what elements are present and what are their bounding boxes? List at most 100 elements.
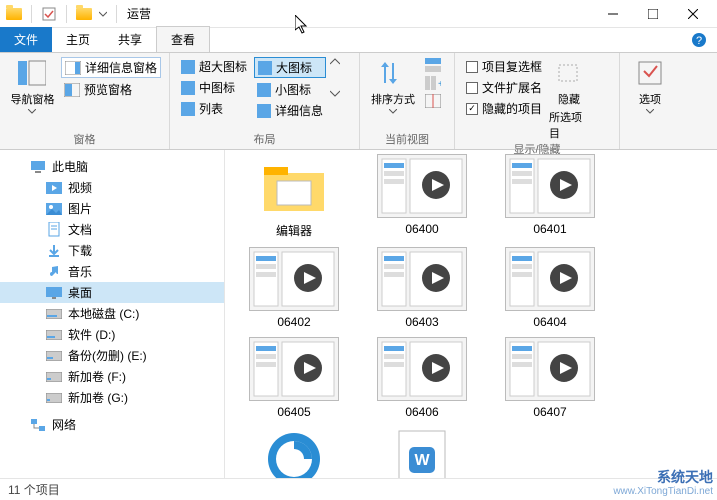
file-item[interactable]: 06403: [373, 247, 471, 329]
tree-network[interactable]: 网络: [0, 414, 224, 435]
file-item[interactable]: 06405: [245, 337, 343, 419]
group-title-layout: 布局: [178, 131, 351, 147]
xlarge-icons-button[interactable]: 超大图标: [178, 57, 250, 76]
file-item[interactable]: 编辑器: [245, 154, 343, 239]
layout-icon: [257, 83, 271, 97]
svg-text:?: ?: [696, 35, 702, 47]
tab-view[interactable]: 查看: [156, 26, 210, 52]
tree-drive-g[interactable]: 新加卷 (G:): [0, 387, 224, 408]
nav-pane-icon: [16, 57, 48, 89]
checkbox-icon: [466, 82, 478, 94]
help-icon[interactable]: ?: [681, 28, 717, 52]
group-title-panes: 窗格: [8, 131, 161, 147]
add-columns-button[interactable]: +: [422, 75, 444, 91]
file-item[interactable]: W绘图1: [373, 427, 471, 478]
scroll-down-icon[interactable]: [330, 89, 340, 99]
tree-desktop[interactable]: 桌面: [0, 282, 224, 303]
folder-icon-2[interactable]: [74, 4, 94, 24]
tree-drive-f[interactable]: 新加卷 (F:): [0, 366, 224, 387]
drive-icon: [46, 348, 62, 364]
window-controls: [593, 0, 713, 28]
doc-thumb: W: [377, 427, 467, 478]
file-label: 编辑器: [276, 222, 312, 239]
medium-icons-button[interactable]: 中图标: [178, 78, 250, 97]
details-view-button[interactable]: 详细信息: [254, 101, 326, 120]
small-icons-button[interactable]: 小图标: [254, 80, 326, 99]
image-thumb: [505, 337, 595, 401]
groupby-icon: [425, 58, 441, 72]
ribbon-group-showhide: 项目复选框 文件扩展名 ✓隐藏的项目 隐藏 所选项目 显示/隐藏: [455, 53, 620, 149]
file-label: 06405: [277, 405, 310, 419]
tree-documents[interactable]: 文档: [0, 219, 224, 240]
folder-icon[interactable]: [4, 4, 24, 24]
image-thumb: [249, 247, 339, 311]
maximize-button[interactable]: [633, 0, 673, 28]
qq-thumb: [249, 427, 339, 478]
file-item[interactable]: QQ浏览器: [245, 427, 343, 478]
item-count: 11 个项目: [8, 481, 60, 498]
details-pane-button[interactable]: 详细信息窗格: [61, 57, 161, 78]
folder-thumb: [249, 154, 339, 218]
file-item[interactable]: 06401: [501, 154, 599, 239]
image-thumb: [505, 247, 595, 311]
file-label: 06404: [533, 315, 566, 329]
video-icon: [46, 180, 62, 196]
sizecol-icon: [425, 94, 441, 108]
tab-home[interactable]: 主页: [52, 27, 104, 52]
sort-icon: [377, 57, 409, 89]
group-by-button[interactable]: [422, 57, 444, 73]
file-label: 06403: [405, 315, 438, 329]
content-area: 编辑器 06400 06401 06402 06403 06404 06405 06406 06…: [225, 150, 717, 478]
layout-icon: [181, 81, 195, 95]
sort-button[interactable]: 排序方式: [368, 57, 418, 114]
file-extensions-toggle[interactable]: 文件扩展名: [463, 78, 545, 97]
tree-downloads[interactable]: 下载: [0, 240, 224, 261]
large-icons-button[interactable]: 大图标: [254, 57, 326, 78]
ribbon-group-panes: 导航窗格 详细信息窗格 预览窗格 窗格: [0, 53, 170, 149]
options-button[interactable]: 选项: [629, 57, 671, 114]
tab-file[interactable]: 文件: [0, 27, 52, 52]
nav-pane-button[interactable]: 导航窗格: [8, 57, 57, 114]
drive-icon: [46, 327, 62, 343]
tree-videos[interactable]: 视频: [0, 177, 224, 198]
tree-drive-d[interactable]: 软件 (D:): [0, 324, 224, 345]
file-item[interactable]: 06400: [373, 154, 471, 239]
tree-drive-e[interactable]: 备份(勿删) (E:): [0, 345, 224, 366]
ribbon-group-current: 排序方式 + 当前视图: [360, 53, 455, 149]
tree-drive-c[interactable]: 本地磁盘 (C:): [0, 303, 224, 324]
hide-selected-button[interactable]: 隐藏 所选项目: [549, 57, 589, 141]
drive-icon: [46, 390, 62, 406]
ribbon-group-layout: 超大图标 中图标 列表 大图标 小图标 详细信息 布局: [170, 53, 360, 149]
item-checkboxes-toggle[interactable]: 项目复选框: [463, 57, 545, 76]
download-icon: [46, 243, 62, 259]
file-item[interactable]: 06402: [245, 247, 343, 329]
tree-music[interactable]: 音乐: [0, 261, 224, 282]
close-button[interactable]: [673, 0, 713, 28]
image-thumb: [505, 154, 595, 218]
tree-this-pc[interactable]: 此电脑: [0, 156, 224, 177]
hidden-items-toggle[interactable]: ✓隐藏的项目: [463, 99, 545, 118]
file-item[interactable]: 06404: [501, 247, 599, 329]
music-icon: [46, 264, 62, 280]
svg-text:W: W: [414, 452, 430, 469]
image-thumb: [377, 154, 467, 218]
preview-pane-button[interactable]: 预览窗格: [61, 80, 161, 99]
picture-icon: [46, 201, 62, 217]
image-thumb: [249, 337, 339, 401]
checkbox-checked-icon: ✓: [466, 103, 478, 115]
scroll-up-icon[interactable]: [330, 57, 340, 67]
pc-icon: [30, 159, 46, 175]
file-item[interactable]: 06406: [373, 337, 471, 419]
drive-icon: [46, 306, 62, 322]
tab-share[interactable]: 共享: [104, 27, 156, 52]
file-label: 06401: [533, 222, 566, 236]
file-item[interactable]: 06407: [501, 337, 599, 419]
list-button[interactable]: 列表: [178, 99, 250, 118]
addcol-icon: +: [425, 76, 441, 90]
dropdown-icon[interactable]: [97, 4, 109, 24]
minimize-button[interactable]: [593, 0, 633, 28]
tree-pictures[interactable]: 图片: [0, 198, 224, 219]
group-title-current: 当前视图: [368, 131, 446, 147]
size-columns-button[interactable]: [422, 93, 444, 109]
checkbox-icon[interactable]: [39, 4, 59, 24]
